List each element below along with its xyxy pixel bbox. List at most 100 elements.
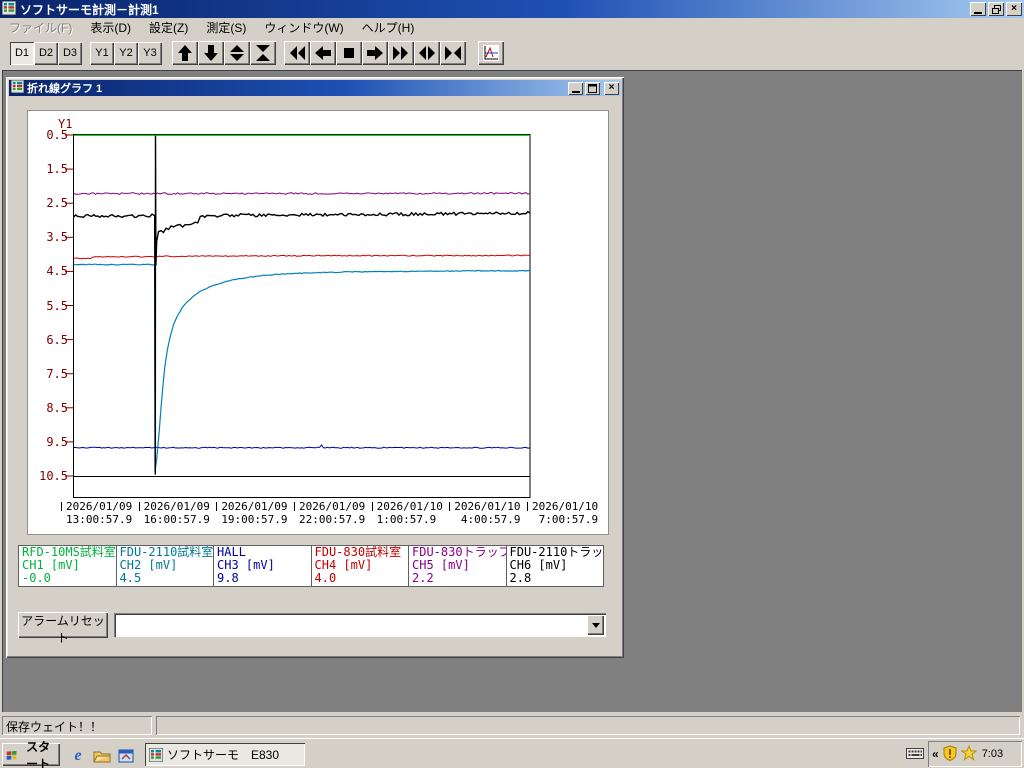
x-tick-mark xyxy=(216,502,218,511)
x-tick-mark xyxy=(449,502,451,511)
expand-horizontal-icon xyxy=(419,46,435,60)
y-tick-label: 3.5 xyxy=(46,230,68,245)
minimize-button[interactable] xyxy=(970,2,986,16)
menu-help[interactable]: ヘルプ(H) xyxy=(353,18,424,37)
status-message: 保存ウェイト！！ xyxy=(2,716,152,735)
x-tick-label: 2026/01/09 19:00:57.9 xyxy=(216,500,298,526)
internet-explorer-icon[interactable]: e xyxy=(68,746,88,766)
expand-vertical-button[interactable] xyxy=(224,41,250,65)
y2-button[interactable]: Y2 xyxy=(114,41,138,65)
y-tick-label: 1.5 xyxy=(46,162,68,177)
channel-value: 2.8 xyxy=(509,571,532,585)
y-tick-label: 4.5 xyxy=(46,264,68,279)
compress-horizontal-icon xyxy=(445,46,461,60)
x-tick-label: 2026/01/09 16:00:57.9 xyxy=(138,500,221,526)
pan-up-button[interactable] xyxy=(172,41,198,65)
channel-value: 4.5 xyxy=(119,571,142,585)
fast-forward-button[interactable] xyxy=(388,41,414,65)
graph-display-button[interactable] xyxy=(478,41,504,65)
alarm-reset-button[interactable]: アラームリセット xyxy=(18,612,108,645)
minimize-icon xyxy=(974,11,982,14)
taskbar-task-button[interactable]: ソフトサーモ E830 xyxy=(145,743,305,766)
channel-cell: FDU-2110トラップCH6 [mV]2.8 xyxy=(505,546,603,586)
pan-right-button[interactable] xyxy=(362,41,388,65)
fast-forward-icon xyxy=(393,46,408,60)
start-button[interactable]: スタート xyxy=(2,740,60,768)
d1-button[interactable]: D1 xyxy=(10,41,34,65)
compress-horizontal-button[interactable] xyxy=(440,41,466,65)
graph-close-button[interactable]: × xyxy=(604,81,619,95)
taskbar-clock[interactable]: 7:03 xyxy=(982,748,1003,760)
channel-value: -0.0 xyxy=(22,571,51,585)
task-label: ソフトサーモ E830 xyxy=(167,748,280,762)
rewind-button[interactable] xyxy=(284,41,310,65)
channel-cell: FDU-830トラップ CH5 [mV] 2.2 xyxy=(408,546,506,586)
x-tick-mark xyxy=(371,502,373,511)
graph-maximize-button[interactable] xyxy=(585,81,600,95)
x-tick-label: 2026/01/10 1:00:57.9 xyxy=(371,500,454,526)
security-shield-icon[interactable] xyxy=(942,744,958,764)
menu-bar: ファイル(F) 表示(D) 設定(Z) 測定(S) ウィンドウ(W) ヘルプ(H… xyxy=(0,18,1024,36)
d2-button[interactable]: D2 xyxy=(34,41,58,65)
toolbar: D1 D2 D3 Y1 Y2 Y3 xyxy=(0,36,1024,70)
status-panel xyxy=(156,716,1020,735)
y-tick-label: 5.5 xyxy=(46,298,68,313)
graph-window-icon xyxy=(10,79,25,96)
channel-cell: FDU-830試料室 CH4 [mV] 4.0 xyxy=(310,546,409,586)
arrow-left-icon xyxy=(315,46,331,60)
stop-icon xyxy=(344,48,354,58)
app-icon xyxy=(149,747,163,762)
channel-legend: RFD-10MS試料室 CH1 [mV] -0.0 FDU-2110試料室 CH2 [… xyxy=(18,545,604,587)
x-tick-mark xyxy=(61,502,62,511)
menu-view[interactable]: 表示(D) xyxy=(81,18,140,37)
keyboard-icon[interactable] xyxy=(906,747,924,763)
combobox-dropdown-button[interactable] xyxy=(587,615,604,635)
close-icon: × xyxy=(608,82,615,93)
y-tick-label: 2.5 xyxy=(46,196,68,211)
graph-window-titlebar: 折れ線グラフ 1 × xyxy=(9,79,621,96)
minimize-icon xyxy=(571,90,580,93)
restore-button[interactable] xyxy=(988,2,1004,16)
y-tick-label: 6.5 xyxy=(46,332,68,347)
graph-minimize-button[interactable] xyxy=(568,81,583,95)
y3-button[interactable]: Y3 xyxy=(138,41,162,65)
folder-icon[interactable] xyxy=(92,746,112,766)
maximize-icon xyxy=(588,83,597,93)
arrow-right-icon xyxy=(367,46,383,60)
start-label: スタート xyxy=(26,739,51,768)
expand-horizontal-button[interactable] xyxy=(414,41,440,65)
status-bar: 保存ウェイト！！ xyxy=(0,712,1024,738)
d3-button[interactable]: D3 xyxy=(58,41,82,65)
menu-measure[interactable]: 測定(S) xyxy=(197,18,255,37)
pan-down-button[interactable] xyxy=(198,41,224,65)
window-icon[interactable] xyxy=(116,746,136,766)
tray-chevron-button[interactable]: « xyxy=(932,747,939,761)
arrow-up-icon xyxy=(178,45,192,61)
compress-vertical-icon xyxy=(256,45,270,61)
expand-vertical-icon xyxy=(230,45,244,61)
star-icon[interactable] xyxy=(960,744,978,764)
menu-window[interactable]: ウィンドウ(W) xyxy=(255,18,352,37)
close-button[interactable]: × xyxy=(1006,2,1022,16)
channel-value: 9.8 xyxy=(217,571,239,585)
desktop: ソフトサーモ計測－計測1 × ファイル(F) 表示(D) 設定(Z) 測定(S)… xyxy=(0,0,1024,768)
system-tray: « 7:03 xyxy=(928,741,1022,767)
main-window-title: ソフトサーモ計測－計測1 xyxy=(20,2,159,17)
restore-icon xyxy=(991,4,1001,14)
app-icon xyxy=(1,0,17,18)
channel-cell: HALL CH3 [mV] 9.8 xyxy=(213,546,311,586)
pan-left-button[interactable] xyxy=(310,41,336,65)
x-tick-label: 2026/01/09 13:00:57.9 xyxy=(61,500,143,526)
y-tick-label: 8.5 xyxy=(46,400,68,415)
x-tick-mark xyxy=(526,502,528,511)
compress-vertical-button[interactable] xyxy=(250,41,276,65)
menu-file[interactable]: ファイル(F) xyxy=(0,18,81,37)
alarm-combobox[interactable] xyxy=(114,613,606,637)
channel-value: 4.0 xyxy=(314,571,337,585)
taskbar: スタート e ソフトサーモ E830 « 7:03 xyxy=(0,738,1024,768)
y1-button[interactable]: Y1 xyxy=(90,41,114,65)
line-chart-icon xyxy=(483,45,499,61)
stop-button[interactable] xyxy=(336,41,362,65)
menu-settings[interactable]: 設定(Z) xyxy=(140,18,197,37)
y-tick-label: 7.5 xyxy=(46,366,68,381)
